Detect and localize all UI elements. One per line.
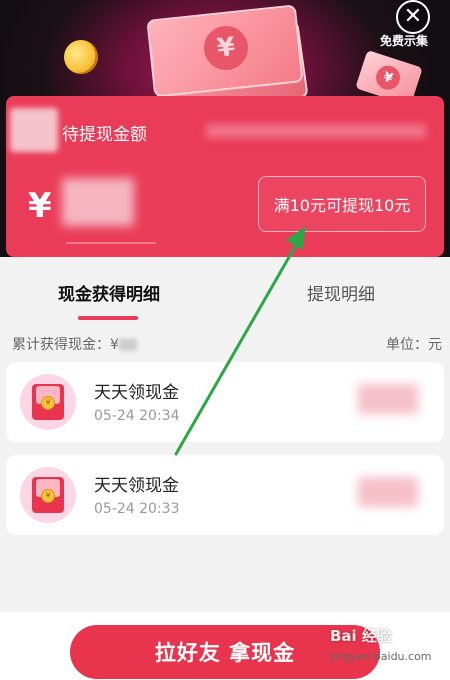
- gold-coin-icon: [59, 35, 103, 79]
- unit-label: 单位：元: [386, 337, 442, 353]
- pending-amount: [62, 178, 134, 226]
- item-time: 05-24 20:34: [94, 408, 180, 424]
- tab-cash-earned[interactable]: 现金获得明细: [58, 280, 160, 305]
- amount-underline: [66, 242, 156, 244]
- corner-label: 免费示集: [380, 34, 429, 48]
- watermark-logo: Bai 经验: [330, 627, 392, 645]
- item-title: 天天领现金: [94, 476, 179, 496]
- list-item[interactable]: ¥ 天天领现金 05-24 20:33: [6, 455, 444, 535]
- pending-withdraw-card: 待提现金额 ¥ 满10元可提现10元: [6, 96, 444, 257]
- item-amount: [358, 384, 418, 414]
- watermark-url: jingyan.baidu.com: [330, 650, 432, 663]
- close-icon[interactable]: ✕: [396, 0, 430, 34]
- item-amount: [358, 477, 418, 507]
- red-envelope-icon: ¥: [20, 467, 76, 523]
- withdraw-button[interactable]: 满10元可提现10元: [258, 176, 426, 232]
- blurred-info: [206, 124, 426, 138]
- active-tab-indicator: [78, 316, 138, 320]
- total-earned-summary: 累计获得现金：¥: [12, 334, 137, 354]
- red-envelope-icon: ¥: [20, 374, 76, 430]
- item-time: 05-24 20:33: [94, 501, 180, 517]
- avatar: [10, 108, 58, 152]
- card-title: 待提现金额: [62, 125, 147, 145]
- currency-symbol: ¥: [28, 186, 52, 226]
- money-stack-icon: ¥: [146, 0, 309, 119]
- total-earned-label: 累计获得现金：¥: [12, 337, 119, 353]
- total-earned-value: [118, 339, 137, 351]
- tab-withdraw-history[interactable]: 提现明细: [307, 280, 375, 305]
- list-item[interactable]: ¥ 天天领现金 05-24 20:34: [6, 362, 444, 442]
- item-title: 天天领现金: [94, 383, 179, 403]
